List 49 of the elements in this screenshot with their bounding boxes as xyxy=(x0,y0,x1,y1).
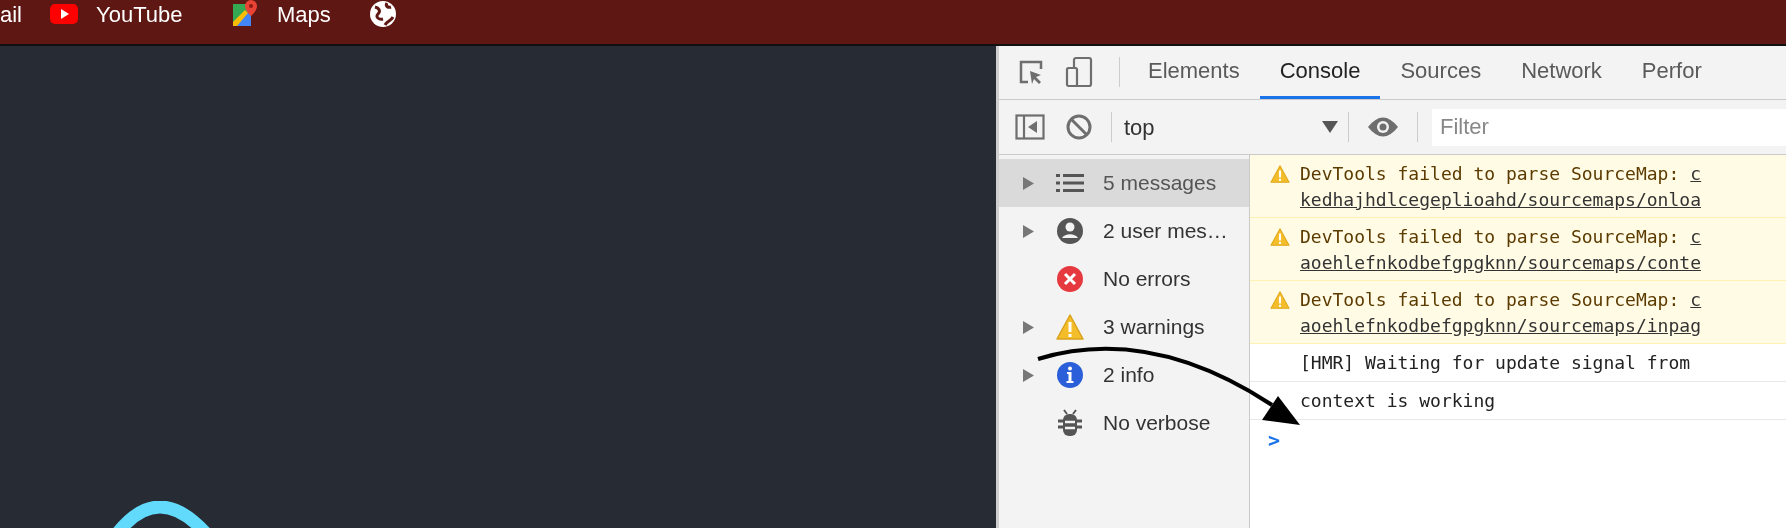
sidebar-item[interactable]: No verbose xyxy=(999,399,1249,447)
globe-icon[interactable] xyxy=(369,0,397,28)
eye-icon[interactable] xyxy=(1367,116,1399,138)
bug-icon xyxy=(1057,409,1083,437)
sidebar-item[interactable]: No errors xyxy=(999,255,1249,303)
source-link[interactable]: kedhajhdlcegeplioahd/sourcemaps/onloa xyxy=(1300,187,1701,213)
warning-text: DevTools failed to parse SourceMap: xyxy=(1300,162,1680,186)
bookmark-link[interactable]: Maps xyxy=(277,0,331,31)
warning-text: DevTools failed to parse SourceMap: xyxy=(1300,288,1680,312)
inspect-icon[interactable] xyxy=(1017,58,1045,86)
expand-arrow-icon[interactable] xyxy=(1023,320,1034,334)
youtube-play-icon[interactable] xyxy=(50,4,78,24)
devtools-tab[interactable]: Network xyxy=(1501,46,1622,99)
devtools-tab[interactable]: Elements xyxy=(1128,46,1260,99)
expand-arrow-icon[interactable] xyxy=(1023,176,1034,190)
error-icon xyxy=(1056,265,1084,293)
bookmark-link[interactable]: ail xyxy=(0,0,22,31)
expand-arrow-icon[interactable] xyxy=(1023,368,1034,382)
dropdown-caret-icon xyxy=(1322,121,1338,133)
user-icon xyxy=(1056,217,1084,245)
devtools-tab[interactable]: Perfor xyxy=(1621,46,1722,99)
source-link[interactable]: c xyxy=(1690,161,1702,187)
warning-icon xyxy=(1270,165,1290,183)
sidebar-item[interactable]: 2 user mes… xyxy=(999,207,1249,255)
log-message: [HMR] Waiting for update signal from xyxy=(1300,351,1691,375)
sidebar-item[interactable]: 2 info xyxy=(999,351,1249,399)
warning-icon xyxy=(1270,291,1290,309)
device-toolbar-icon[interactable] xyxy=(1065,56,1093,88)
sidebar-item[interactable]: 5 messages xyxy=(999,159,1249,207)
warning-icon xyxy=(1270,228,1290,246)
warning-text: DevTools failed to parse SourceMap: xyxy=(1300,225,1680,249)
sidebar-item[interactable]: 3 warnings xyxy=(999,303,1249,351)
map-pin-icon[interactable] xyxy=(231,0,259,28)
clear-console-icon[interactable] xyxy=(1065,113,1093,141)
filter-field[interactable]: Filter xyxy=(1432,108,1786,146)
expand-arrow-icon[interactable] xyxy=(1023,224,1034,238)
warning-icon xyxy=(1056,314,1084,340)
info-icon xyxy=(1056,361,1084,389)
context-select[interactable]: top xyxy=(1112,107,1348,147)
source-link[interactable]: c xyxy=(1690,287,1702,313)
console-prompt[interactable]: > xyxy=(1268,425,1281,455)
sidebar-toggle-icon[interactable] xyxy=(1015,114,1045,140)
log-message: context is working xyxy=(1300,389,1496,413)
devtools-tab[interactable]: Sources xyxy=(1380,46,1502,99)
list-icon xyxy=(1056,173,1084,193)
source-link[interactable]: c xyxy=(1690,224,1702,250)
source-link[interactable]: aoehlefnkodbefgpgknn/sourcemaps/conte xyxy=(1300,250,1701,276)
bookmark-link[interactable]: YouTube xyxy=(96,0,183,31)
source-link[interactable]: aoehlefnkodbefgpgknn/sourcemaps/inpag xyxy=(1300,313,1701,339)
